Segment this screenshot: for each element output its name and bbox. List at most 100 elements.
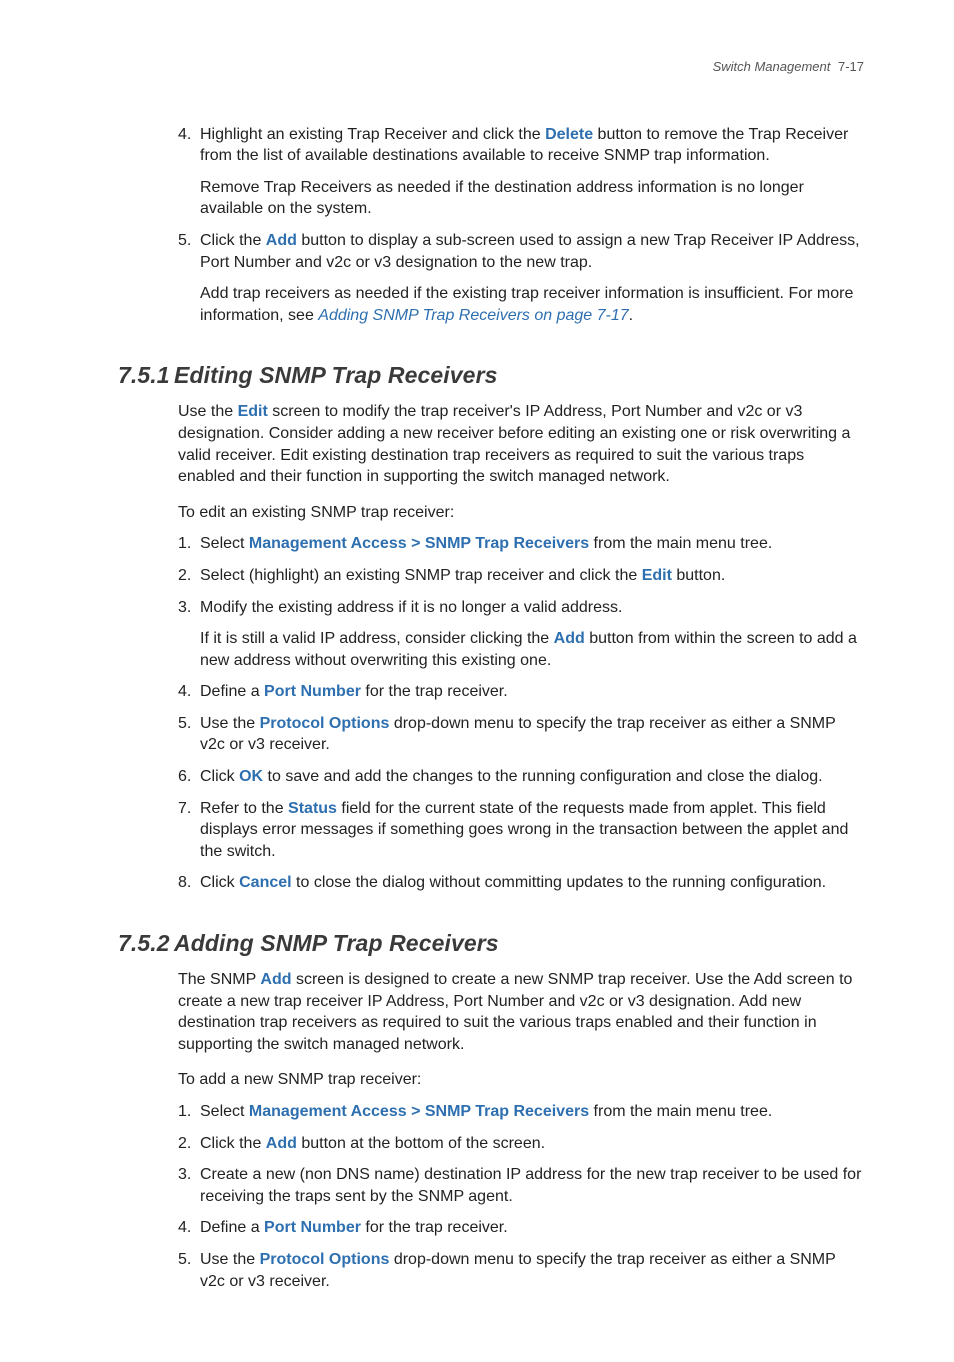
list-item-number: 2.: [178, 1133, 191, 1155]
keyword: Add: [554, 630, 585, 647]
keyword: OK: [239, 768, 263, 785]
text-run: for the trap receiver.: [361, 683, 508, 700]
list-item-number: 5.: [178, 230, 191, 252]
list-item-paragraph: Click OK to save and add the changes to …: [200, 766, 864, 788]
running-header-page: 7-17: [838, 59, 864, 74]
list-item: 1. Select Management Access > SNMP Trap R…: [178, 533, 864, 555]
cross-reference-link[interactable]: Adding SNMP Trap Receivers on page 7-17: [318, 307, 628, 324]
list-item: 7.Refer to the Status field for the curr…: [178, 798, 864, 863]
text-run: for the trap receiver.: [361, 1219, 508, 1236]
list-item-paragraph: Refer to the Status field for the curren…: [200, 798, 864, 863]
list-item-paragraph: Select Management Access > SNMP Trap Rec…: [200, 533, 864, 555]
list-item-number: 1.: [178, 533, 191, 555]
list-item: 4.Define a Port Number for the trap rece…: [178, 681, 864, 703]
text-run: Select: [200, 1103, 249, 1120]
section-751-list: 1. Select Management Access > SNMP Trap R…: [178, 533, 864, 894]
keyword: Edit: [238, 403, 268, 420]
section-752-lead: The SNMP Add screen is designed to creat…: [178, 969, 864, 1055]
list-item: 6. Click OK to save and add the changes t…: [178, 766, 864, 788]
text-run: Define a: [200, 683, 264, 700]
keyword: Cancel: [239, 874, 291, 891]
section-number: 7.5.2: [118, 928, 174, 959]
text-run: button at the bottom of the screen.: [297, 1135, 545, 1152]
text-run: Click the: [200, 1135, 266, 1152]
list-item-paragraph: Modify the existing address if it is no …: [200, 597, 864, 619]
list-item-paragraph: Use the Protocol Options drop-down menu …: [200, 1249, 864, 1292]
text-run: Remove Trap Receivers as needed if the d…: [200, 179, 804, 218]
list-item-number: 8.: [178, 872, 191, 894]
keyword: Add: [260, 971, 291, 988]
section-title: Adding SNMP Trap Receivers: [174, 930, 499, 956]
text-run: to save and add the changes to the runni…: [263, 768, 823, 785]
list-item: 8. Click Cancel to close the dialog witho…: [178, 872, 864, 894]
list-item-paragraph: Highlight an existing Trap Receiver and …: [200, 124, 864, 167]
text-run: Select: [200, 535, 249, 552]
keyword: Add: [266, 1135, 297, 1152]
section-title: Editing SNMP Trap Receivers: [174, 362, 498, 388]
list-item: 5. Use the Protocol Options drop-down men…: [178, 1249, 864, 1292]
list-item: 3. Create a new (non DNS name) destinatio…: [178, 1164, 864, 1207]
list-item-number: 4.: [178, 124, 191, 146]
text-run: to close the dialog without committing u…: [292, 874, 827, 891]
list-item-paragraph: Click Cancel to close the dialog without…: [200, 872, 864, 894]
list-item-paragraph: Add trap receivers as needed if the exis…: [200, 283, 864, 326]
list-item: 2. Click the Add button at the bottom of …: [178, 1133, 864, 1155]
list-item: 1. Select Management Access > SNMP Trap R…: [178, 1101, 864, 1123]
text-run: Click: [200, 874, 239, 891]
text-run: Use the: [200, 1251, 260, 1268]
list-item-paragraph: Define a Port Number for the trap receiv…: [200, 1217, 864, 1239]
text-run: button.: [672, 567, 725, 584]
text-run: Modify the existing address if it is no …: [200, 599, 622, 616]
list-item-number: 4.: [178, 681, 191, 703]
keyword: Delete: [545, 126, 593, 143]
list-item-paragraph: Create a new (non DNS name) destination …: [200, 1164, 864, 1207]
running-header: Switch Management 7-17: [118, 58, 864, 76]
list-item-paragraph: Remove Trap Receivers as needed if the d…: [200, 177, 864, 220]
text-run: Highlight an existing Trap Receiver and …: [200, 126, 545, 143]
section-752-list: 1. Select Management Access > SNMP Trap R…: [178, 1101, 864, 1292]
list-item: 5. Click the Add button to display a sub-…: [178, 230, 864, 326]
top-numbered-list: 4. Highlight an existing Trap Receiver an…: [178, 124, 864, 327]
keyword: Status: [288, 800, 337, 817]
text-run: Define a: [200, 1219, 264, 1236]
keyword: Management Access > SNMP Trap Receivers: [249, 535, 589, 552]
list-item-number: 3.: [178, 1164, 191, 1186]
list-item-paragraph: Click the Add button to display a sub-sc…: [200, 230, 864, 273]
text-run: screen to modify the trap receiver's IP …: [178, 403, 850, 485]
section-heading-751: 7.5.1Editing SNMP Trap Receivers: [118, 360, 864, 391]
text-run: from the main menu tree.: [589, 1103, 772, 1120]
section-751-intro: To edit an existing SNMP trap receiver:: [178, 502, 864, 524]
text-run: Click the: [200, 232, 266, 249]
list-item-paragraph: If it is still a valid IP address, consi…: [200, 628, 864, 671]
text-run: Use the: [178, 403, 238, 420]
keyword: Edit: [642, 567, 672, 584]
text-run: button to display a sub-screen used to a…: [200, 232, 860, 271]
keyword: Add: [266, 232, 297, 249]
list-item-number: 5.: [178, 1249, 191, 1271]
keyword: Protocol Options: [260, 1251, 390, 1268]
list-item-number: 5.: [178, 713, 191, 735]
list-item: 4.Define a Port Number for the trap rece…: [178, 1217, 864, 1239]
section-heading-752: 7.5.2Adding SNMP Trap Receivers: [118, 928, 864, 959]
text-run: Create a new (non DNS name) destination …: [200, 1166, 861, 1205]
list-item-number: 2.: [178, 565, 191, 587]
text-run: .: [629, 307, 633, 324]
keyword: Protocol Options: [260, 715, 390, 732]
text-run: Use the: [200, 715, 260, 732]
text-run: If it is still a valid IP address, consi…: [200, 630, 554, 647]
page: Switch Management 7-17 4. Highlight an ex…: [0, 0, 954, 1362]
list-item-number: 1.: [178, 1101, 191, 1123]
list-item-paragraph: Click the Add button at the bottom of th…: [200, 1133, 864, 1155]
list-item-paragraph: Select (highlight) an existing SNMP trap…: [200, 565, 864, 587]
running-header-title: Switch Management: [713, 59, 831, 74]
text-run: Refer to the: [200, 800, 288, 817]
text-run: Select (highlight) an existing SNMP trap…: [200, 567, 642, 584]
list-item: 2. Select (highlight) an existing SNMP tr…: [178, 565, 864, 587]
list-item-paragraph: Use the Protocol Options drop-down menu …: [200, 713, 864, 756]
section-752-intro: To add a new SNMP trap receiver:: [178, 1069, 864, 1091]
list-item-number: 3.: [178, 597, 191, 619]
keyword: Port Number: [264, 1219, 361, 1236]
keyword: Management Access > SNMP Trap Receivers: [249, 1103, 589, 1120]
list-item-number: 6.: [178, 766, 191, 788]
section-number: 7.5.1: [118, 360, 174, 391]
